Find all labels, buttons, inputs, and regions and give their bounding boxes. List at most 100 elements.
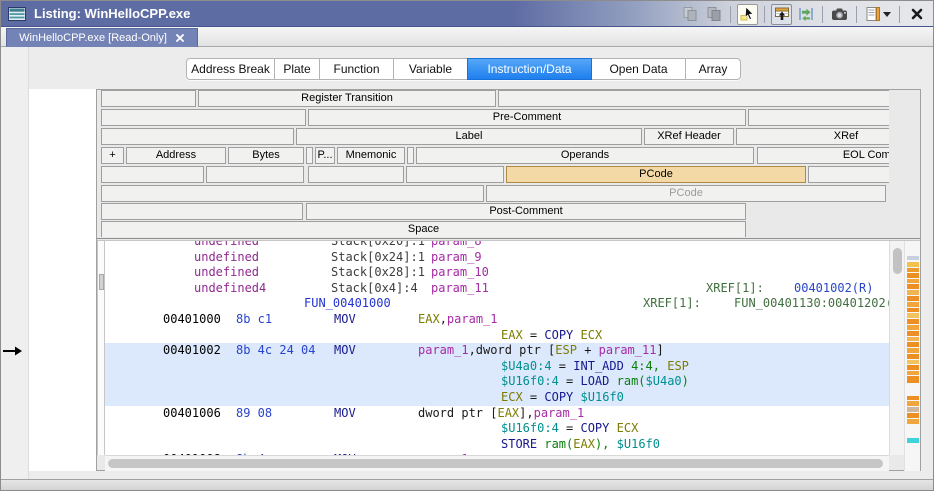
- listing-line-2[interactable]: undefined: [194, 265, 259, 279]
- tab-instruction-data[interactable]: Instruction/Data: [467, 58, 592, 80]
- listing-line-11[interactable]: MOV: [334, 406, 356, 420]
- listing-line-0[interactable]: param_8: [431, 241, 482, 248]
- xref-header-field-button[interactable]: XRef Header: [644, 128, 734, 145]
- cursor-arrow-icon[interactable]: [737, 4, 758, 25]
- document-tab[interactable]: WinHelloCPP.exe [Read-Only]: [6, 28, 198, 47]
- empty-field-slot[interactable]: [101, 166, 204, 183]
- listing-line-5[interactable]: MOV: [334, 312, 356, 326]
- operands-field-button[interactable]: Operands: [416, 147, 754, 164]
- listing-line-6[interactable]: EAX = COPY ECX: [501, 328, 602, 342]
- listing-line-4[interactable]: XREF[1]:: [643, 296, 701, 310]
- marker-bar: [907, 262, 919, 267]
- empty-field-slot[interactable]: [306, 147, 313, 164]
- empty-field-slot[interactable]: [406, 166, 504, 183]
- horizontal-scrollbar[interactable]: [105, 455, 889, 471]
- listing-line-3[interactable]: Stack[0x4]:4: [331, 281, 418, 295]
- empty-field-slot[interactable]: [101, 185, 484, 202]
- p-field-button[interactable]: P...: [315, 147, 335, 164]
- tab-plate[interactable]: Plate: [274, 58, 320, 80]
- listing-line-8[interactable]: $U4a0:4 = INT_ADD 4:4, ESP: [501, 359, 689, 373]
- listing-line-5[interactable]: 8b c1: [236, 312, 272, 326]
- empty-field-slot[interactable]: [206, 166, 304, 183]
- listing-line-9[interactable]: $U16f0:4 = LOAD ram($U4a0): [501, 374, 689, 388]
- listing-line-1[interactable]: param_9: [431, 250, 482, 264]
- xref-field-button[interactable]: XRef: [736, 128, 889, 145]
- document-tab-label: WinHelloCPP.exe [Read-Only]: [19, 32, 167, 44]
- copy-icon[interactable]: [679, 4, 700, 25]
- post-comment-field-button[interactable]: Post-Comment: [306, 203, 746, 220]
- listing-line-11[interactable]: 89 08: [236, 406, 272, 420]
- listing-line-5[interactable]: 00401000: [163, 312, 221, 326]
- register-transition-field-button[interactable]: Register Transition: [198, 90, 496, 107]
- diff-view-icon[interactable]: [795, 4, 816, 25]
- space-field-button[interactable]: Space: [101, 221, 746, 237]
- tab-function[interactable]: Function: [319, 58, 394, 80]
- listing-line-3[interactable]: undefined4: [194, 281, 266, 295]
- pre-comment-field-button[interactable]: Pre-Comment: [308, 109, 746, 126]
- close-window-icon[interactable]: [906, 4, 927, 25]
- toolbar-separator: [730, 6, 731, 23]
- empty-field-slot[interactable]: [101, 128, 294, 145]
- -field-button[interactable]: +: [101, 147, 124, 164]
- empty-field-slot[interactable]: [101, 109, 306, 126]
- marker-bar: [907, 371, 919, 375]
- listing-line-0[interactable]: Stack[0x20]:1: [331, 241, 425, 248]
- tab-array[interactable]: Array: [685, 58, 741, 80]
- marker-bar: [907, 419, 919, 424]
- marker-margin[interactable]: [904, 241, 920, 471]
- empty-field-slot[interactable]: [808, 166, 889, 183]
- vertical-scrollbar[interactable]: [889, 241, 904, 455]
- empty-field-slot[interactable]: [308, 166, 404, 183]
- edit-fields-icon[interactable]: [771, 4, 792, 25]
- listing-line-12[interactable]: $U16f0:4 = COPY ECX: [501, 421, 638, 435]
- listing-display-options-icon[interactable]: [863, 4, 893, 25]
- dropdown-caret-icon[interactable]: [883, 12, 891, 17]
- listing-line-0[interactable]: undefined: [194, 241, 259, 248]
- marker-bar: [907, 337, 919, 341]
- listing-line-5[interactable]: EAX,param_1: [418, 312, 498, 326]
- pcode-field-button[interactable]: PCode: [486, 185, 886, 202]
- listing-line-4[interactable]: FUN_00401000: [304, 296, 391, 310]
- paste-icon[interactable]: [703, 4, 724, 25]
- listing-line-10[interactable]: ECX = COPY $U16f0: [501, 390, 624, 404]
- marker-bar: [907, 413, 919, 418]
- vertical-scrollbar-thumb[interactable]: [893, 248, 902, 274]
- close-tab-icon[interactable]: [175, 33, 185, 43]
- eol-comment-field-button[interactable]: EOL Comment: [757, 147, 889, 164]
- empty-field-slot[interactable]: [101, 203, 303, 220]
- horizontal-scrollbar-thumb[interactable]: [108, 459, 883, 468]
- empty-field-slot[interactable]: [498, 90, 889, 107]
- tab-variable[interactable]: Variable: [393, 58, 468, 80]
- listing-line-7[interactable]: MOV: [334, 343, 356, 357]
- listing-line-7[interactable]: 8b 4c 24 04: [236, 343, 315, 357]
- current-line-arrow-icon: [3, 345, 23, 357]
- format-tab-bar: Address BreakPlateFunctionVariableInstru…: [186, 58, 741, 80]
- empty-field-slot[interactable]: [748, 109, 889, 126]
- pcode-field-button[interactable]: PCode: [506, 166, 806, 183]
- listing-line-2[interactable]: param_10: [431, 265, 489, 279]
- listing-line-1[interactable]: Stack[0x24]:1: [331, 250, 425, 264]
- listing-line-13[interactable]: STORE ram(EAX), $U16f0: [501, 437, 660, 451]
- listing-line-3[interactable]: XREF[1]:: [706, 281, 764, 295]
- listing-line-3[interactable]: 00401002(R): [794, 281, 873, 295]
- label-field-button[interactable]: Label: [296, 128, 642, 145]
- listing-line-4[interactable]: FUN_00401130:00401202(c: [734, 296, 889, 310]
- bytes-field-button[interactable]: Bytes: [228, 147, 304, 164]
- listing-line-7[interactable]: param_1,dword ptr [ESP + param_11]: [418, 343, 664, 357]
- listing-line-2[interactable]: Stack[0x28]:1: [331, 265, 425, 279]
- listing-line-11[interactable]: dword ptr [EAX],param_1: [418, 406, 584, 420]
- tab-address-break[interactable]: Address Break: [186, 58, 275, 80]
- marker-bar: [907, 296, 919, 301]
- empty-field-slot[interactable]: [407, 147, 414, 164]
- empty-field-slot[interactable]: [101, 90, 196, 107]
- mnemonic-field-button[interactable]: Mnemonic: [337, 147, 405, 164]
- marker-bar: [907, 302, 919, 307]
- address-field-button[interactable]: Address: [126, 147, 226, 164]
- snapshot-camera-icon[interactable]: [829, 4, 850, 25]
- listing-line-11[interactable]: 00401006: [163, 406, 221, 420]
- tab-open-data[interactable]: Open Data: [591, 58, 686, 80]
- listing-line-1[interactable]: undefined: [194, 250, 259, 264]
- listing-line-3[interactable]: param_11: [431, 281, 489, 295]
- field-format-editor: Register Transition Pre-Comment LabelXRef …: [101, 89, 889, 237]
- listing-line-7[interactable]: 00401002: [163, 343, 221, 357]
